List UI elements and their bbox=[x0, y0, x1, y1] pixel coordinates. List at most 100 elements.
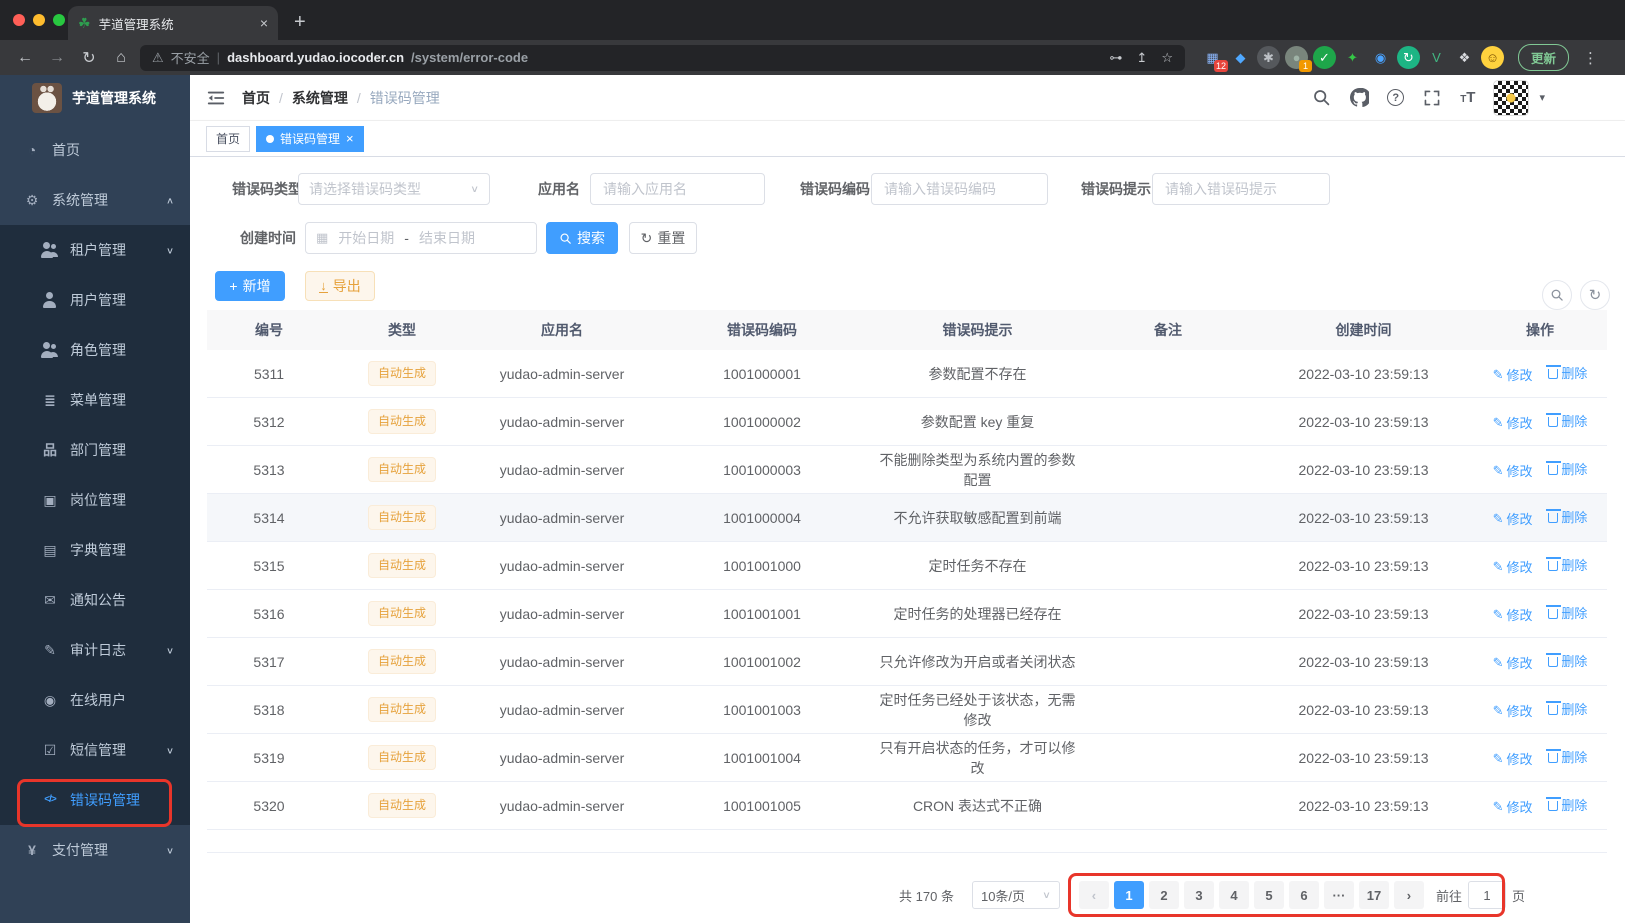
reload-icon[interactable]: ↻ bbox=[76, 48, 102, 68]
breadcrumb-system[interactable]: 系统管理 bbox=[292, 88, 348, 108]
toggle-search-button[interactable] bbox=[1542, 280, 1572, 310]
url-bar[interactable]: ⚠ 不安全 | dashboard.yudao.iocoder.cn/syste… bbox=[140, 44, 1185, 71]
page-number-button[interactable]: 5 bbox=[1253, 881, 1284, 909]
search-button[interactable]: 搜索 bbox=[546, 222, 618, 254]
delete-link[interactable]: 删除 bbox=[1546, 795, 1587, 814]
error-code-input[interactable] bbox=[871, 173, 1048, 205]
sidebar-item[interactable]: ✉ 通知公告 bbox=[0, 575, 190, 625]
eye-extension-icon[interactable]: ◉ bbox=[1369, 46, 1392, 69]
breadcrumb-home[interactable]: 首页 bbox=[242, 88, 270, 108]
github-icon[interactable] bbox=[1349, 88, 1369, 108]
browser-update-button[interactable]: 更新 bbox=[1518, 44, 1570, 71]
emoji-extension-icon[interactable]: ☺ bbox=[1481, 46, 1504, 69]
sidebar-item[interactable]: </> 错误码管理 bbox=[0, 775, 190, 825]
edit-link[interactable]: ✎ 修改 bbox=[1493, 557, 1533, 576]
page-size-select[interactable]: 10条/页 ∨ bbox=[971, 881, 1060, 909]
table-header-cell: 编号 bbox=[255, 322, 283, 338]
home-icon[interactable]: ⌂ bbox=[108, 49, 134, 67]
page-number-button[interactable]: 17 bbox=[1358, 881, 1389, 909]
delete-link[interactable]: 删除 bbox=[1546, 459, 1587, 478]
edit-link[interactable]: ✎ 修改 bbox=[1493, 797, 1533, 816]
search-icon[interactable] bbox=[1311, 88, 1331, 108]
goto-page-input[interactable] bbox=[1467, 881, 1506, 909]
delete-link[interactable]: 删除 bbox=[1546, 507, 1587, 526]
forward-icon[interactable]: → bbox=[44, 49, 70, 67]
date-range-picker[interactable]: ▦ 开始日期 - 结束日期 bbox=[305, 222, 537, 254]
page-number-button[interactable]: 6 bbox=[1288, 881, 1319, 909]
sidebar-item[interactable]: 租户管理 ∨ bbox=[0, 225, 190, 275]
minimize-window-button[interactable] bbox=[33, 14, 45, 26]
security-label[interactable]: 不安全 bbox=[171, 48, 210, 67]
edit-link[interactable]: ✎ 修改 bbox=[1493, 461, 1533, 480]
puzzle-extension-icon[interactable]: ❖ bbox=[1453, 46, 1476, 69]
refresh-table-button[interactable]: ↻ bbox=[1580, 280, 1610, 310]
close-window-button[interactable] bbox=[13, 14, 25, 26]
delete-link[interactable]: 删除 bbox=[1546, 555, 1587, 574]
delete-link[interactable]: 删除 bbox=[1546, 603, 1587, 622]
browser-tab[interactable]: ☘ 芋道管理系统 × bbox=[68, 6, 278, 40]
edit-link[interactable]: ✎ 修改 bbox=[1493, 653, 1533, 672]
page-number-button[interactable]: 4 bbox=[1218, 881, 1249, 909]
tag-item[interactable]: 错误码管理 × bbox=[256, 125, 364, 152]
sidebar-item[interactable]: 角色管理 bbox=[0, 325, 190, 375]
share-icon[interactable]: ↥ bbox=[1136, 50, 1147, 66]
sidebar-item[interactable]: ≣ 菜单管理 bbox=[0, 375, 190, 425]
font-size-icon[interactable]: TT bbox=[1460, 89, 1475, 106]
back-icon[interactable]: ← bbox=[12, 49, 38, 67]
pinned-grid-extension-icon[interactable]: ▦ 12 bbox=[1201, 46, 1228, 72]
vue-devtools-extension-icon[interactable]: V bbox=[1425, 46, 1448, 69]
star-outline-extension-icon[interactable]: ✦ bbox=[1341, 46, 1364, 69]
help-icon[interactable]: ? bbox=[1387, 89, 1405, 106]
error-type-select[interactable]: 请选择错误码类型 ∨ bbox=[298, 173, 490, 205]
sidebar-item[interactable]: ▣ 岗位管理 bbox=[0, 475, 190, 525]
sidebar-item[interactable]: 用户管理 bbox=[0, 275, 190, 325]
delete-link[interactable]: 删除 bbox=[1546, 651, 1587, 670]
bookmark-star-icon[interactable]: ☆ bbox=[1161, 50, 1173, 66]
page-number-button[interactable]: 3 bbox=[1183, 881, 1214, 909]
export-button[interactable]: ↓ 导出 bbox=[305, 271, 375, 301]
fullscreen-icon[interactable] bbox=[1422, 88, 1442, 108]
next-page-button[interactable]: › bbox=[1393, 881, 1424, 909]
edit-link[interactable]: ✎ 修改 bbox=[1493, 509, 1533, 528]
edit-link[interactable]: ✎ 修改 bbox=[1493, 413, 1533, 432]
add-button[interactable]: + 新增 bbox=[215, 271, 285, 301]
page-number-button[interactable]: ··· bbox=[1323, 881, 1354, 909]
sidebar-item[interactable]: ⚙ 系统管理 ∧ bbox=[0, 175, 190, 225]
green-check-extension-icon[interactable]: ✓ bbox=[1313, 46, 1336, 69]
edit-link[interactable]: ✎ 修改 bbox=[1493, 749, 1533, 768]
page-number-button[interactable]: 2 bbox=[1148, 881, 1179, 909]
tag-close-icon[interactable]: × bbox=[346, 132, 354, 145]
maximize-window-button[interactable] bbox=[53, 14, 65, 26]
tag-item[interactable]: 首页 bbox=[206, 125, 251, 152]
prev-page-button[interactable]: ‹ bbox=[1078, 881, 1109, 909]
edit-link[interactable]: ✎ 修改 bbox=[1493, 605, 1533, 624]
delete-link[interactable]: 删除 bbox=[1546, 363, 1587, 382]
edit-link[interactable]: ✎ 修改 bbox=[1493, 701, 1533, 720]
delete-link[interactable]: 删除 bbox=[1546, 699, 1587, 718]
error-msg-input[interactable] bbox=[1152, 173, 1330, 205]
asterisk-extension-icon[interactable]: ✱ bbox=[1257, 46, 1280, 69]
sidebar-item[interactable]: ✎ 审计日志 ∨ bbox=[0, 625, 190, 675]
page-number-button[interactable]: 1 bbox=[1113, 881, 1144, 909]
edit-link[interactable]: ✎ 修改 bbox=[1493, 365, 1533, 384]
sidebar-item[interactable]: ¥ 支付管理 ∨ bbox=[0, 825, 190, 875]
delete-link[interactable]: 删除 bbox=[1546, 411, 1587, 430]
menu-fold-icon[interactable] bbox=[206, 88, 226, 108]
notifier-extension-icon[interactable]: ● 1 bbox=[1285, 46, 1312, 72]
sidebar-item[interactable]: 品 部门管理 bbox=[0, 425, 190, 475]
user-avatar[interactable] bbox=[1493, 79, 1530, 116]
reset-button[interactable]: ↻ 重置 bbox=[629, 222, 697, 254]
kite-extension-icon[interactable]: ◆ bbox=[1229, 46, 1252, 69]
browser-menu-icon[interactable]: ⋮ bbox=[1583, 49, 1599, 67]
app-name-input[interactable] bbox=[590, 173, 765, 205]
tab-close-icon[interactable]: × bbox=[260, 15, 268, 31]
sync-extension-icon[interactable]: ↻ bbox=[1397, 46, 1420, 69]
sidebar-item[interactable]: ▤ 字典管理 bbox=[0, 525, 190, 575]
new-tab-button[interactable]: + bbox=[294, 11, 306, 34]
sidebar-item[interactable]: ☑ 短信管理 ∨ bbox=[0, 725, 190, 775]
delete-link[interactable]: 删除 bbox=[1546, 747, 1587, 766]
logo[interactable]: 芋道管理系统 bbox=[0, 75, 190, 121]
sidebar-item[interactable]: ◉ 在线用户 bbox=[0, 675, 190, 725]
password-key-icon[interactable]: ⊶ bbox=[1109, 50, 1122, 66]
sidebar-item[interactable]: ◔ 首页 bbox=[0, 125, 190, 175]
